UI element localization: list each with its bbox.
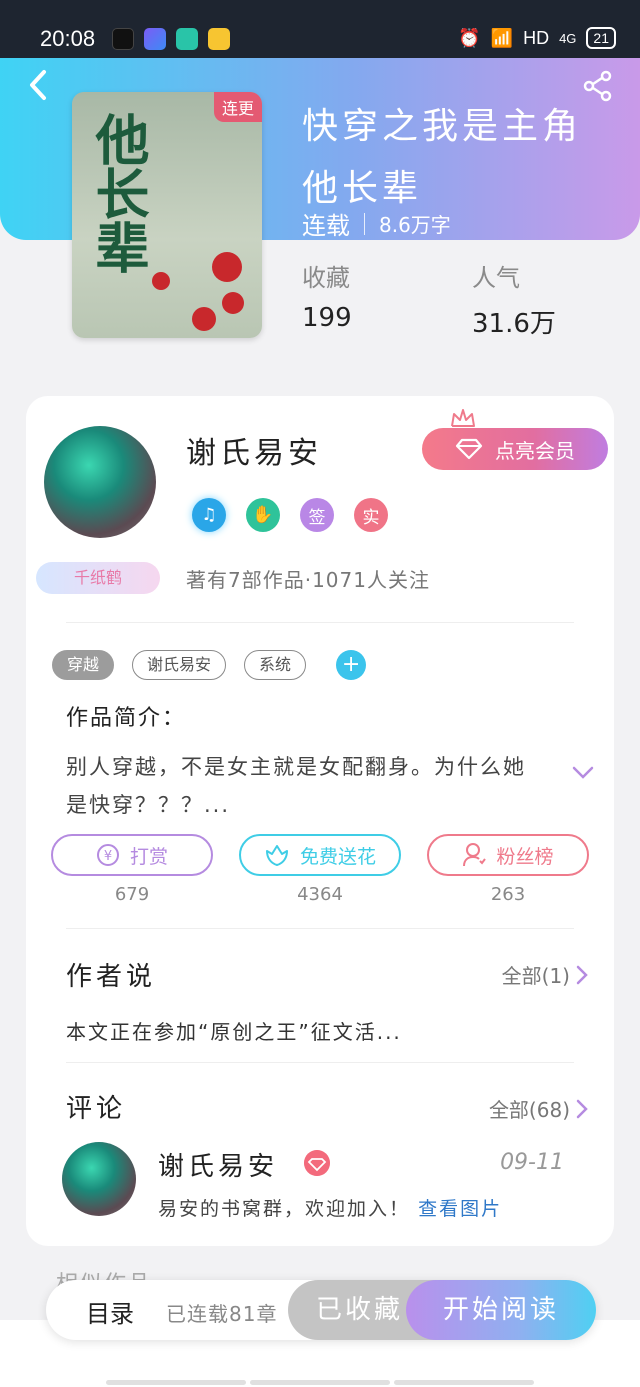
author-stats: 著有7部作品·1071人关注	[186, 568, 430, 592]
network-label: HD	[523, 27, 550, 48]
author-says-text[interactable]: 本文正在参加“原创之王”征文活...	[66, 1016, 402, 1045]
start-reading-button[interactable]: 开始阅读	[406, 1280, 596, 1340]
send-flower-button[interactable]: 免费送花	[239, 834, 401, 876]
fan-ranking-label: 粉丝榜	[496, 845, 554, 868]
status-right: ⏰ 📶 HD 4G 21	[458, 27, 616, 49]
diamond-icon	[455, 438, 483, 460]
author-says-more[interactable]: 全部(1)	[502, 960, 588, 989]
add-tag-button[interactable]: +	[336, 650, 367, 680]
book-cover[interactable]: 他长辈 连更	[72, 92, 262, 338]
cover-flower	[192, 307, 216, 331]
tag-chip[interactable]: 系统	[244, 650, 307, 680]
flower-icon	[265, 845, 288, 866]
battery-icon: 21	[586, 27, 616, 49]
cover-flower	[212, 252, 242, 282]
comment-body: 易安的书窝群，欢迎加入！	[158, 1198, 411, 1220]
tiktok-icon	[112, 28, 134, 50]
comments-more[interactable]: 全部(68)	[489, 1094, 588, 1123]
comments-more-label: 全部(68)	[488, 1098, 570, 1122]
status-bar: 20:08 ⏰ 📶 HD 4G 21	[0, 0, 640, 58]
author-avatar[interactable]	[44, 426, 156, 538]
reward-button[interactable]: ¥ 打赏	[51, 834, 213, 876]
signal-label: 4G	[559, 30, 577, 46]
fan-icon	[463, 843, 487, 867]
app-icon	[144, 28, 166, 50]
svg-text:¥: ¥	[104, 849, 112, 864]
nav-indicator	[394, 1380, 534, 1385]
notification-icons	[112, 28, 230, 50]
vip-button-label: 点亮会员	[495, 438, 575, 463]
book-word-count: 8.6万字	[379, 213, 451, 237]
book-status: 连载	[302, 212, 350, 240]
fan-count: 263	[490, 884, 526, 905]
divider	[66, 622, 574, 623]
wifi-icon: 📶	[490, 27, 514, 48]
toc-status[interactable]: 已连载81章	[166, 1298, 277, 1327]
author-says-more-label: 全部(1)	[501, 964, 570, 988]
cover-flower	[222, 292, 244, 314]
status-time: 20:08	[40, 26, 96, 51]
meta-divider	[364, 212, 365, 235]
chevron-right-icon	[576, 965, 588, 984]
toc-button[interactable]: 目录	[86, 1294, 134, 1329]
cover-flower	[152, 272, 170, 290]
comments-title: 评论	[66, 1094, 127, 1124]
tag-list: 穿越 谢氏易安 系统 +	[52, 650, 367, 680]
verified-icon[interactable]: 实	[354, 498, 388, 532]
tag-chip[interactable]: 谢氏易安	[132, 650, 227, 680]
vip-button[interactable]: 点亮会员	[422, 428, 608, 470]
cover-status-tag: 连更	[213, 92, 262, 122]
chevron-right-icon	[576, 1099, 588, 1118]
vip-diamond-icon	[304, 1150, 330, 1176]
view-image-link[interactable]: 查看图片	[418, 1198, 502, 1220]
cover-art-text: 他长辈	[86, 112, 150, 274]
intro-text[interactable]: 别人穿越，不是女主就是女配翻身。为什么她是快穿？？？...	[66, 748, 546, 824]
commenter-name[interactable]: 谢氏易安	[158, 1146, 278, 1183]
back-button[interactable]	[24, 68, 54, 102]
book-meta: 连载 8.6万字	[302, 206, 451, 241]
alarm-icon: ⏰	[458, 27, 481, 48]
chat-icon	[176, 28, 198, 50]
author-badges: ♫ ✋ 签 实	[192, 498, 388, 532]
stat-favorites-label: 收藏	[302, 264, 350, 292]
chevron-down-icon[interactable]	[572, 765, 594, 781]
reward-label: 打赏	[129, 845, 168, 868]
reward-count: 679	[114, 884, 150, 905]
divider	[66, 928, 574, 929]
handshake-icon[interactable]: ✋	[246, 498, 280, 532]
intro-title: 作品简介：	[66, 706, 187, 731]
fruit-icon	[208, 28, 230, 50]
author-says-title: 作者说	[66, 962, 157, 992]
stat-favorites-value: 199	[302, 303, 352, 333]
comment-date: 09-11	[500, 1150, 564, 1175]
divider	[66, 1062, 574, 1063]
flower-count: 4364	[297, 884, 343, 905]
stat-popularity-value: 31.6万	[472, 309, 556, 339]
nav-indicator	[106, 1380, 246, 1385]
comment-text: 易安的书窝群，欢迎加入！ 查看图片	[158, 1194, 502, 1221]
tag-chip[interactable]: 穿越	[52, 650, 115, 680]
crown-icon	[451, 409, 475, 427]
commenter-avatar[interactable]	[62, 1142, 136, 1216]
sign-icon[interactable]: 签	[300, 498, 334, 532]
author-name[interactable]: 谢氏易安	[186, 428, 322, 472]
music-note-icon[interactable]: ♫	[192, 498, 226, 532]
send-flower-label: 免费送花	[299, 845, 376, 868]
author-level-badge: 千纸鹤	[36, 562, 160, 594]
fan-ranking-button[interactable]: 粉丝榜	[427, 834, 589, 876]
stat-popularity-label: 人气	[472, 264, 520, 292]
yen-icon: ¥	[96, 844, 119, 866]
nav-indicator	[250, 1380, 390, 1385]
book-title: 快穿之我是主角他长辈	[302, 106, 583, 209]
